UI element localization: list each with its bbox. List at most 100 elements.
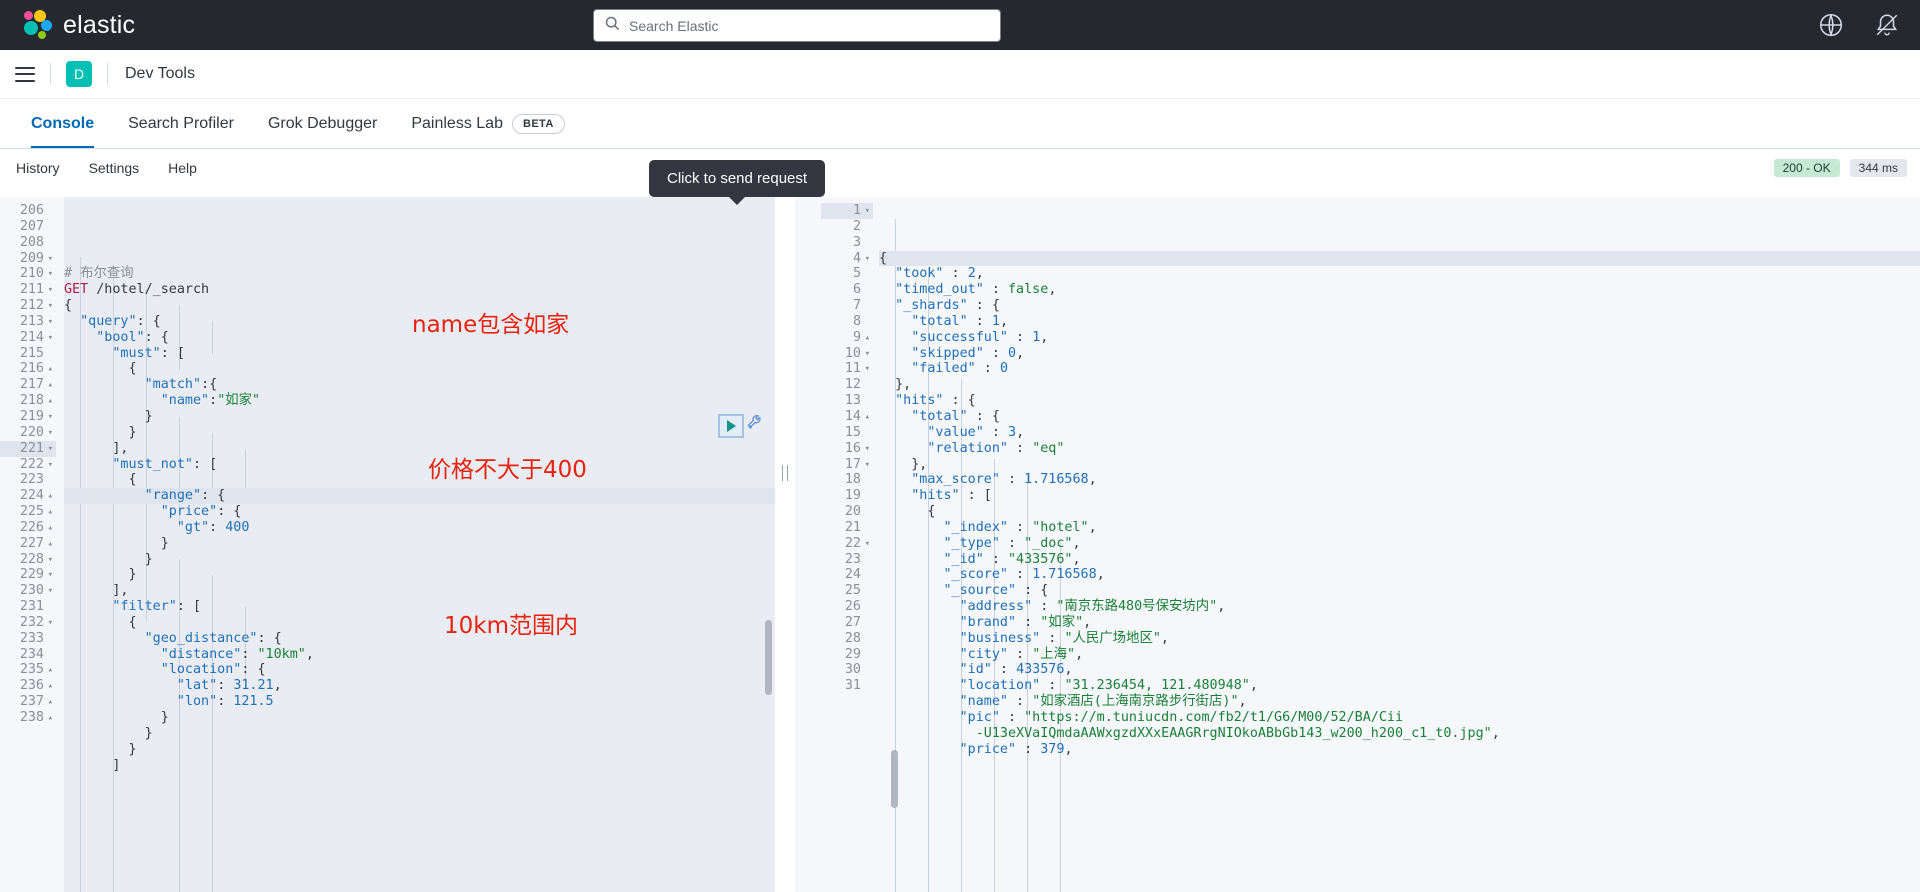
code-line[interactable]: } (64, 425, 775, 441)
fold-toggle-icon[interactable]: ▾ (865, 204, 870, 220)
fold-toggle-icon[interactable]: ▾ (48, 584, 53, 600)
fold-toggle-icon[interactable]: ▾ (48, 568, 53, 584)
tab-search-profiler[interactable]: Search Profiler (111, 99, 251, 148)
code-line[interactable]: # 布尔查询 (64, 266, 775, 282)
fold-toggle-icon[interactable]: ▴ (865, 410, 870, 426)
code-line[interactable]: } (64, 567, 775, 583)
hamburger-icon[interactable] (15, 66, 35, 82)
code-line[interactable]: { (64, 615, 775, 631)
code-line[interactable]: "brand" : "如家", (879, 615, 1920, 631)
code-line[interactable]: "location": { (64, 662, 775, 678)
code-line[interactable]: "price": { (64, 504, 775, 520)
fold-toggle-icon[interactable]: ▴ (48, 521, 53, 537)
code-line[interactable]: "_type" : "_doc", (879, 536, 1920, 552)
code-line[interactable]: "name" : "如家酒店(上海南京路步行街店)", (879, 694, 1920, 710)
fold-toggle-icon[interactable]: ▾ (48, 442, 53, 458)
code-line[interactable]: }, (879, 377, 1920, 393)
response-scrollbar[interactable] (891, 750, 898, 808)
tab-grok-debugger[interactable]: Grok Debugger (251, 99, 394, 148)
fold-toggle-icon[interactable]: ▴ (48, 711, 53, 727)
code-line[interactable]: "timed_out" : false, (879, 282, 1920, 298)
code-line[interactable]: "pic" : "https://m.tuniucdn.com/fb2/t1/G… (879, 710, 1920, 726)
fold-toggle-icon[interactable]: ▾ (48, 267, 53, 283)
code-line[interactable]: "took" : 2, (879, 266, 1920, 282)
code-line[interactable]: "_source" : { (879, 583, 1920, 599)
help-icon[interactable] (1818, 12, 1844, 38)
code-line[interactable]: "failed" : 0 (879, 361, 1920, 377)
fold-toggle-icon[interactable]: ▴ (48, 537, 53, 553)
code-line[interactable]: "hits" : [ (879, 488, 1920, 504)
code-line[interactable]: "address" : "南京东路480号保安坊内", (879, 599, 1920, 615)
code-line[interactable]: "hits" : { (879, 393, 1920, 409)
code-line[interactable]: GET /hotel/_search (64, 282, 775, 298)
code-line[interactable]: } (64, 742, 775, 758)
fold-toggle-icon[interactable]: ▴ (48, 505, 53, 521)
code-line[interactable]: "successful" : 1, (879, 330, 1920, 346)
code-line[interactable]: "_score" : 1.716568, (879, 567, 1920, 583)
code-line[interactable]: "must": [ (64, 346, 775, 362)
code-line[interactable]: "filter": [ (64, 599, 775, 615)
fold-toggle-icon[interactable]: ▾ (48, 331, 53, 347)
code-line[interactable]: { (879, 250, 1920, 267)
code-line[interactable]: "total" : { (879, 409, 1920, 425)
request-editor-content[interactable]: # 布尔查询 GET /hotel/_search{ "query": { "bo… (64, 197, 775, 892)
code-line[interactable]: "value" : 3, (879, 425, 1920, 441)
fold-toggle-icon[interactable]: ▾ (48, 616, 53, 632)
send-request-button[interactable] (718, 413, 744, 438)
fold-toggle-icon[interactable]: ▾ (48, 553, 53, 569)
code-line[interactable]: "location" : "31.236454, 121.480948", (879, 678, 1920, 694)
tab-console[interactable]: Console (14, 99, 111, 148)
code-line[interactable]: "max_score" : 1.716568, (879, 472, 1920, 488)
code-line[interactable]: ], (64, 441, 775, 457)
code-line[interactable]: { (879, 504, 1920, 520)
fold-toggle-icon[interactable]: ▾ (865, 458, 870, 474)
code-line[interactable]: "match":{ (64, 377, 775, 393)
fold-toggle-icon[interactable]: ▾ (865, 537, 870, 553)
space-avatar[interactable]: D (66, 61, 92, 87)
code-line[interactable]: ], (64, 583, 775, 599)
code-line[interactable] (64, 251, 775, 267)
fold-toggle-icon[interactable]: ▾ (865, 347, 870, 363)
fold-toggle-icon[interactable]: ▴ (48, 695, 53, 711)
elastic-brand[interactable]: elastic (0, 10, 135, 40)
global-search[interactable]: Search Elastic (593, 9, 1001, 42)
fold-toggle-icon[interactable]: ▴ (48, 663, 53, 679)
code-line[interactable]: "geo_distance": { (64, 631, 775, 647)
fold-toggle-icon[interactable]: ▾ (48, 283, 53, 299)
code-line[interactable]: "business" : "人民广场地区", (879, 631, 1920, 647)
code-line[interactable]: ] (64, 758, 775, 774)
request-scrollbar[interactable] (765, 620, 772, 695)
code-line[interactable]: } (64, 409, 775, 425)
fold-toggle-icon[interactable]: ▴ (48, 679, 53, 695)
code-line[interactable]: "relation" : "eq" (879, 441, 1920, 457)
code-line[interactable]: "_id" : "433576", (879, 552, 1920, 568)
help-button[interactable]: Help (168, 160, 197, 176)
fold-toggle-icon[interactable]: ▾ (865, 252, 870, 268)
editor-splitter[interactable] (775, 197, 795, 892)
fold-toggle-icon[interactable]: ▾ (48, 426, 53, 442)
code-line[interactable]: "_index" : "hotel", (879, 520, 1920, 536)
code-line[interactable]: "range": { (64, 488, 775, 505)
notifications-icon[interactable] (1874, 12, 1900, 38)
code-line[interactable]: "total" : 1, (879, 314, 1920, 330)
code-line[interactable]: } (64, 552, 775, 568)
code-line[interactable]: "must_not": [ (64, 457, 775, 473)
code-line[interactable]: }, (879, 457, 1920, 473)
code-line[interactable]: "price" : 379, (879, 742, 1920, 758)
code-line[interactable]: -U13eXVaIQmdaAAWxgzdXXxEAAGRrgNIOkoABbGb… (879, 726, 1920, 742)
code-line[interactable]: { (64, 472, 775, 488)
code-line[interactable]: "skipped" : 0, (879, 346, 1920, 362)
code-line[interactable]: "id" : 433576, (879, 662, 1920, 678)
response-editor-pane[interactable]: 1 ▾ 2 3 4 ▾ 5 6 7 8 9 ▴ 10 ▾ 11 ▾ 12 13 14 ▴ 15 16 ▾ 17 ▾ 18 19 20 2… (795, 197, 1920, 892)
fold-toggle-icon[interactable]: ▾ (48, 410, 53, 426)
fold-toggle-icon[interactable]: ▾ (48, 315, 53, 331)
fold-toggle-icon[interactable]: ▴ (48, 489, 53, 505)
code-line[interactable]: "distance": "10km", (64, 647, 775, 663)
search-input-placeholder[interactable]: Search Elastic (629, 18, 718, 34)
code-line[interactable]: "name":"如家" (64, 393, 775, 409)
tab-painless-lab[interactable]: Painless Lab BETA (394, 99, 581, 148)
wrench-icon[interactable] (746, 413, 766, 438)
fold-toggle-icon[interactable]: ▴ (48, 378, 53, 394)
code-line[interactable]: } (64, 710, 775, 726)
request-editor-pane[interactable]: 206 207 208 209 ▾ 210 ▾ 211 ▾ 212 ▾ 213 ▾ 214 ▾ 215 216 ▴… (0, 197, 775, 892)
